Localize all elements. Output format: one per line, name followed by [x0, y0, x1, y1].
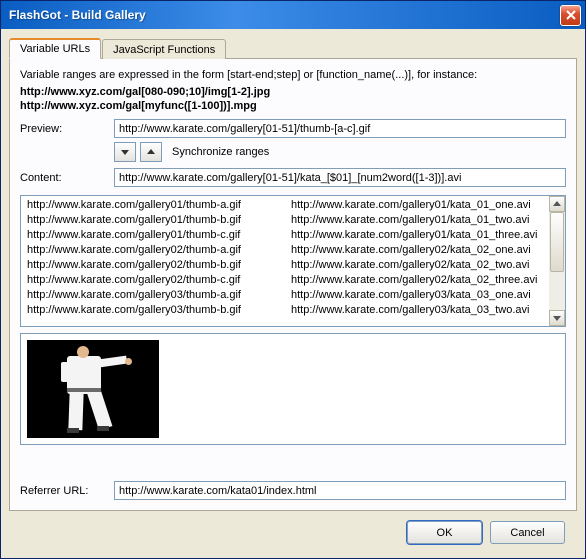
tab-js-functions[interactable]: JavaScript Functions	[102, 39, 226, 59]
example-1: http://www.xyz.com/gal[080-090;10]/img[1…	[20, 86, 566, 98]
list-item[interactable]: http://www.karate.com/gallery02/kata_02_…	[291, 243, 543, 258]
list-item[interactable]: http://www.karate.com/gallery01/thumb-a.…	[27, 198, 279, 213]
dialog-window: FlashGot - Build Gallery Variable URLs J…	[0, 0, 586, 559]
list-item[interactable]: http://www.karate.com/gallery01/thumb-c.…	[27, 228, 279, 243]
range-up-button[interactable]	[140, 142, 162, 162]
client-area: Variable URLs JavaScript Functions Varia…	[1, 29, 585, 558]
range-down-button[interactable]	[114, 142, 136, 162]
scroll-up-button[interactable]	[549, 196, 565, 212]
preview-pane	[20, 333, 566, 445]
titlebar: FlashGot - Build Gallery	[1, 1, 585, 29]
content-label: Content:	[20, 172, 108, 184]
list-item[interactable]: http://www.karate.com/gallery01/kata_01_…	[291, 198, 543, 213]
list-item[interactable]: http://www.karate.com/gallery03/thumb-a.…	[27, 288, 279, 303]
referrer-label: Referrer URL:	[20, 485, 108, 497]
tab-variable-urls[interactable]: Variable URLs	[9, 38, 101, 59]
sync-ranges-label: Synchronize ranges	[172, 146, 269, 158]
list-item[interactable]: http://www.karate.com/gallery02/thumb-b.…	[27, 258, 279, 273]
close-button[interactable]	[560, 5, 581, 26]
list-item[interactable]: http://www.karate.com/gallery01/kata_01_…	[291, 228, 543, 243]
list-item[interactable]: http://www.karate.com/gallery02/kata_02_…	[291, 258, 543, 273]
tab-label: Variable URLs	[20, 43, 90, 55]
list-item[interactable]: http://www.karate.com/gallery02/kata_02_…	[291, 273, 543, 288]
scroll-thumb[interactable]	[550, 212, 564, 272]
scroll-down-button[interactable]	[549, 310, 565, 326]
preview-input[interactable]	[114, 119, 566, 138]
url-list-left[interactable]: http://www.karate.com/gallery01/thumb-a.…	[21, 196, 285, 326]
scroll-track[interactable]	[549, 212, 565, 310]
list-scrollbar[interactable]	[549, 196, 565, 326]
tab-page: Variable ranges are expressed in the for…	[9, 59, 577, 511]
url-list-right[interactable]: http://www.karate.com/gallery01/kata_01_…	[285, 196, 549, 326]
tab-label: JavaScript Functions	[113, 44, 215, 56]
list-item[interactable]: http://www.karate.com/gallery03/thumb-b.…	[27, 303, 279, 318]
ok-button[interactable]: OK	[407, 521, 482, 544]
content-input[interactable]	[114, 168, 566, 187]
url-list-pane: http://www.karate.com/gallery01/thumb-a.…	[20, 195, 566, 327]
intro-text: Variable ranges are expressed in the for…	[20, 69, 566, 81]
preview-label: Preview:	[20, 123, 108, 135]
list-item[interactable]: http://www.karate.com/gallery03/kata_03_…	[291, 288, 543, 303]
cancel-button[interactable]: Cancel	[490, 521, 565, 544]
tab-strip: Variable URLs JavaScript Functions	[9, 37, 577, 59]
example-2: http://www.xyz.com/gal[myfunc([1-100])].…	[20, 100, 566, 112]
dialog-footer: OK Cancel	[9, 511, 577, 548]
list-item[interactable]: http://www.karate.com/gallery01/thumb-b.…	[27, 213, 279, 228]
list-item[interactable]: http://www.karate.com/gallery02/thumb-c.…	[27, 273, 279, 288]
referrer-input[interactable]	[114, 481, 566, 500]
thumbnail-image	[27, 340, 159, 438]
list-item[interactable]: http://www.karate.com/gallery02/thumb-a.…	[27, 243, 279, 258]
list-item[interactable]: http://www.karate.com/gallery01/kata_01_…	[291, 213, 543, 228]
list-item[interactable]: http://www.karate.com/gallery03/kata_03_…	[291, 303, 543, 318]
window-title: FlashGot - Build Gallery	[9, 8, 560, 22]
